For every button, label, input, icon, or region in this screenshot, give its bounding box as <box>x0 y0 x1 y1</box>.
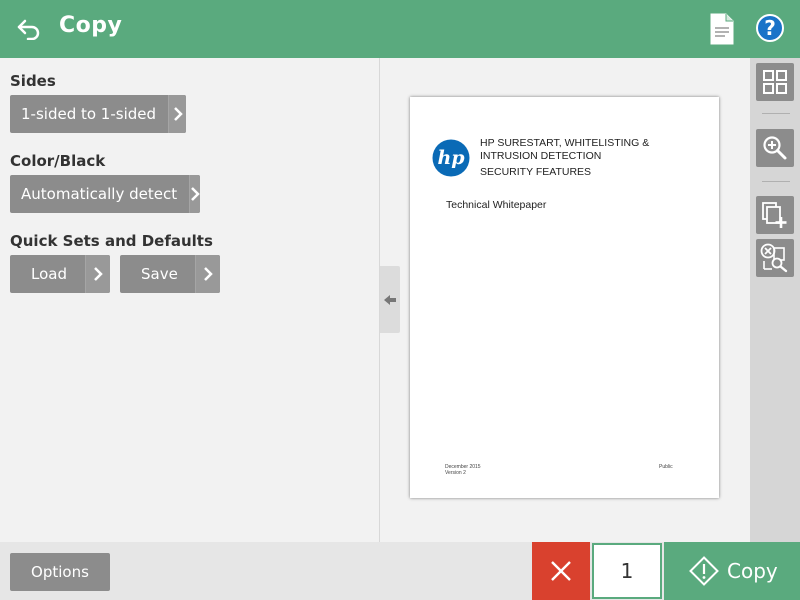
doc-footer-left: December 2015 Version 2 <box>445 464 481 476</box>
zoom-in-button[interactable] <box>756 129 794 167</box>
doc-title-line2: INTRUSION DETECTION <box>480 149 602 162</box>
chevron-right-icon <box>168 95 186 133</box>
doc-footer-right: Public <box>659 464 673 470</box>
color-label: Color/Black <box>10 152 106 170</box>
color-button[interactable]: Automatically detect <box>10 175 201 213</box>
copies-value: 1 <box>620 559 634 583</box>
doc-title: HP SURESTART, WHITELISTING & INTRUSION D… <box>480 137 649 162</box>
doc-title-line1: HP SURESTART, WHITELISTING & <box>480 137 650 149</box>
document-icon <box>710 13 734 45</box>
app-header: Copy ? <box>0 0 800 58</box>
toolbar-divider <box>762 181 790 182</box>
cancel-button[interactable] <box>532 542 590 600</box>
collapse-preview-tab[interactable] <box>380 266 400 333</box>
hp-logo: hp <box>432 139 470 181</box>
doc-type: Technical Whitepaper <box>446 199 547 211</box>
color-value: Automatically detect <box>21 185 178 203</box>
grid-view-button[interactable] <box>756 63 794 101</box>
doc-footer-version: Version 2 <box>445 470 466 476</box>
close-icon <box>551 561 571 581</box>
add-pages-icon <box>762 202 787 228</box>
page-title: Copy <box>59 13 123 38</box>
copy-label: Copy <box>727 559 778 583</box>
load-label: Load <box>31 265 67 283</box>
sides-value: 1-sided to 1-sided <box>21 105 157 123</box>
chevron-right-icon <box>189 175 201 213</box>
sides-label: Sides <box>10 72 56 90</box>
hp-logo-text: hp <box>437 147 465 169</box>
sides-button[interactable]: 1-sided to 1-sided <box>10 95 186 133</box>
back-arrow-icon <box>17 19 40 40</box>
doc-subtitle: SECURITY FEATURES <box>480 166 592 178</box>
add-pages-button[interactable] <box>756 196 794 234</box>
options-button[interactable]: Options <box>10 553 110 591</box>
grid-view-icon <box>763 70 787 94</box>
load-button[interactable]: Load <box>10 255 110 293</box>
save-label: Save <box>141 265 178 283</box>
toolbar-divider <box>762 113 790 114</box>
remove-pages-button[interactable] <box>756 239 794 277</box>
zoom-in-icon <box>763 136 787 160</box>
options-label: Options <box>31 563 89 581</box>
quick-sets-label: Quick Sets and Defaults <box>10 232 213 250</box>
help-button[interactable]: ? <box>756 14 784 42</box>
start-copy-button[interactable]: Copy <box>664 542 800 600</box>
arrow-left-icon <box>384 294 396 305</box>
help-icon: ? <box>764 16 776 40</box>
document-preview-page[interactable]: hp HP SURESTART, WHITELISTING & INTRUSIO… <box>410 97 719 498</box>
start-diamond-icon <box>689 556 719 586</box>
chevron-right-icon <box>85 255 110 293</box>
back-button[interactable] <box>14 14 44 44</box>
save-button[interactable]: Save <box>120 255 220 293</box>
job-document-button[interactable] <box>709 13 735 45</box>
chevron-right-icon <box>195 255 220 293</box>
remove-pages-icon <box>760 243 788 273</box>
copies-input[interactable]: 1 <box>592 543 662 599</box>
